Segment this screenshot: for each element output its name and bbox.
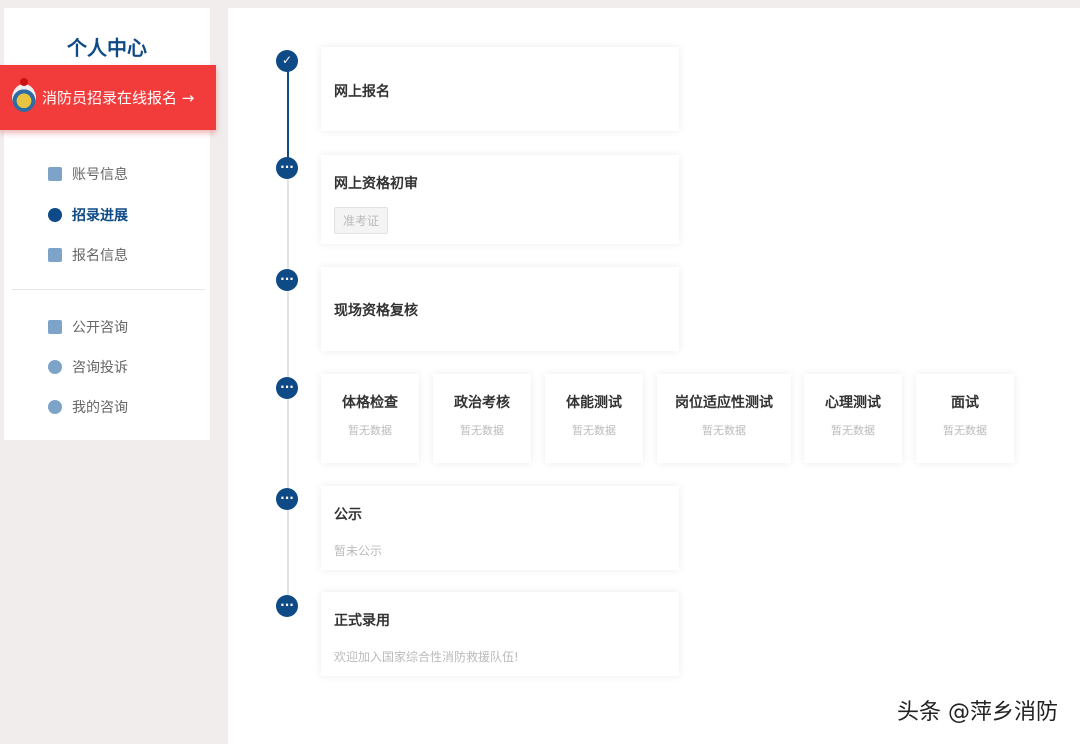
check-title: 体格检查 [342, 395, 398, 411]
check-note: 暂无数据 [943, 424, 987, 437]
step-hired: 正式录用欢迎加入国家综合性消防救援队伍! [321, 592, 679, 676]
step-title: 现场资格复核 [334, 303, 418, 319]
progress-panel: ✓ ··· ··· ··· ··· ··· 网上报名 网上资格初审准考证 现场资… [228, 8, 1080, 744]
admission-ticket-button[interactable]: 准考证 [334, 207, 389, 234]
document-icon [48, 320, 62, 334]
step-publicity: 公示 暂未公示 [321, 486, 679, 570]
check-physical-exam: 体格检查 暂无数据 [321, 374, 419, 463]
step-onsite-review: 现场资格复核 [321, 267, 679, 351]
fire-emblem-icon [12, 77, 36, 112]
check-political: 政治考核 暂无数据 [433, 374, 531, 463]
more-icon: ··· [276, 488, 298, 510]
more-icon: ··· [276, 269, 298, 291]
check-fitness: 体能测试 暂无数据 [545, 374, 643, 463]
edit-icon [48, 248, 62, 262]
sidebar-item-label: 咨询投诉 [72, 360, 128, 376]
check-note: 暂无数据 [702, 424, 746, 437]
id-card-icon [48, 167, 62, 181]
sidebar-item-label: 账号信息 [72, 167, 128, 183]
check-note: 暂无数据 [460, 424, 504, 437]
online-registration-banner[interactable]: 消防员招录在线报名 → [0, 65, 216, 130]
sidebar-title: 个人中心 [67, 36, 147, 60]
divider [12, 289, 205, 290]
check-title: 政治考核 [454, 395, 510, 411]
check-note: 暂无数据 [831, 424, 875, 437]
check-title: 心理测试 [825, 395, 881, 411]
step-title: 正式录用 [334, 613, 390, 629]
step-title: 网上资格初审 [334, 176, 418, 192]
sidebar-item-label: 公开咨询 [72, 320, 128, 336]
sidebar-item-my-consult[interactable]: 我的咨询 [48, 397, 128, 417]
sidebar-item-account[interactable]: 账号信息 [48, 164, 128, 184]
consult-icon [48, 400, 62, 414]
sidebar-item-label: 报名信息 [72, 248, 128, 264]
sidebar: 个人中心 消防员招录在线报名 → 账号信息 招录进展 报名信息 公开咨询 咨询投… [0, 8, 216, 440]
check-title: 岗位适应性测试 [675, 395, 773, 411]
more-icon: ··· [276, 377, 298, 399]
step-title: 网上报名 [334, 84, 390, 100]
step-note: 暂未公示 [334, 544, 383, 558]
chat-icon [48, 360, 62, 374]
step-initial-review: 网上资格初审 准考证 [321, 155, 679, 244]
check-interview: 面试 暂无数据 [916, 374, 1014, 463]
sidebar-item-registration[interactable]: 报名信息 [48, 245, 128, 265]
list-icon [48, 208, 62, 222]
check-note: 暂无数据 [572, 424, 616, 437]
sidebar-item-label: 招录进展 [72, 208, 128, 224]
step-note: 欢迎加入国家综合性消防救援队伍! [334, 650, 519, 664]
check-adaptability: 岗位适应性测试 暂无数据 [657, 374, 791, 463]
more-icon: ··· [276, 595, 298, 617]
check-title: 体能测试 [566, 395, 622, 411]
check-note: 暂无数据 [348, 424, 392, 437]
check-icon: ✓ [276, 50, 298, 72]
check-psychological: 心理测试 暂无数据 [804, 374, 902, 463]
step-online-registration: 网上报名 [321, 47, 679, 131]
watermark: 头条 @萍乡消防 [897, 700, 1058, 725]
sidebar-item-public-consult[interactable]: 公开咨询 [48, 317, 128, 337]
sidebar-item-label: 我的咨询 [72, 400, 128, 416]
sidebar-item-progress[interactable]: 招录进展 [48, 205, 128, 225]
sidebar-item-complaint[interactable]: 咨询投诉 [48, 357, 128, 377]
banner-label: 消防员招录在线报名 → [42, 89, 195, 107]
more-icon: ··· [276, 157, 298, 179]
step-title: 公示 [334, 507, 362, 523]
check-title: 面试 [951, 395, 979, 411]
